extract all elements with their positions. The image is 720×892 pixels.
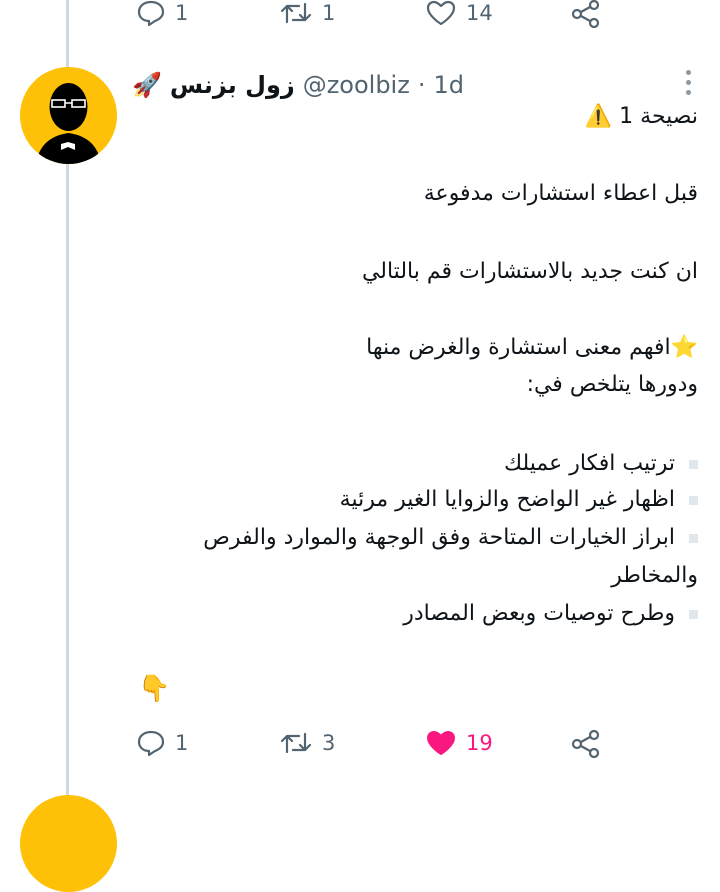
like-icon (427, 731, 455, 755)
list-item-continuation: والمخاطر (611, 563, 698, 588)
separator: · (417, 71, 426, 99)
tweet-line-1: قبل اعطاء استشارات مدفوعة (423, 181, 698, 206)
share-icon (571, 0, 600, 28)
tweet-title: نصيحة 1 (619, 104, 698, 129)
star-icon: ⭐ (670, 335, 698, 360)
list-item: ابراز الخيارات المتاحة وفق الوجهة والموا… (203, 525, 698, 550)
share-button[interactable] (571, 0, 601, 28)
retweet-icon (280, 2, 312, 24)
rocket-icon: 🚀 (132, 71, 162, 99)
tweet-line-3: افهم معنى استشارة والغرض منها (366, 335, 671, 360)
avatar-figure-icon (36, 83, 101, 164)
timestamp[interactable]: 1d (433, 71, 464, 99)
reply-button[interactable]: 1 (137, 0, 188, 26)
like-count: 14 (466, 1, 493, 25)
tweet-header: 🚀 زول بزنس @zoolbiz · 1d (132, 68, 680, 102)
next-tweet-avatar[interactable] (20, 795, 117, 892)
retweet-button[interactable]: 1 (280, 0, 335, 26)
list-item: وطرح توصيات وبعض المصادر (403, 601, 698, 626)
retweet-count: 1 (322, 1, 336, 25)
handle[interactable]: @zoolbiz (303, 71, 410, 99)
tweet-title-line: نصيحة 1 ⚠️ (585, 104, 698, 129)
more-icon[interactable] (684, 70, 692, 100)
tweet-line-3-row: ⭐افهم معنى استشارة والغرض منها (366, 335, 698, 360)
like-button[interactable]: 14 (426, 0, 493, 26)
warning-icon: ⚠️ (584, 104, 613, 129)
tweet-line-4: ودورها يتلخص في: (526, 372, 698, 397)
like-count: 19 (466, 731, 493, 755)
retweet-icon (280, 732, 312, 754)
pointing-down-icon: 👇 (138, 674, 171, 704)
retweet-button[interactable]: 3 (280, 730, 335, 756)
share-icon (571, 730, 600, 758)
display-name[interactable]: زول بزنس (170, 71, 295, 99)
share-button[interactable] (571, 730, 601, 758)
like-button[interactable]: 19 (426, 730, 493, 756)
reply-icon (137, 0, 165, 26)
avatar[interactable] (20, 67, 117, 164)
reply-count: 1 (175, 1, 189, 25)
reply-button[interactable]: 1 (137, 730, 188, 756)
reply-count: 1 (175, 731, 189, 755)
list-item: ترتيب افكار عميلك (504, 451, 698, 476)
like-icon (426, 0, 456, 26)
reply-icon (137, 730, 165, 756)
tweet-line-2: ان كنت جديد بالاستشارات قم بالتالي (361, 259, 698, 284)
list-item: اظهار غير الواضح والزوايا الغير مرئية (340, 487, 698, 512)
retweet-count: 3 (322, 731, 336, 755)
